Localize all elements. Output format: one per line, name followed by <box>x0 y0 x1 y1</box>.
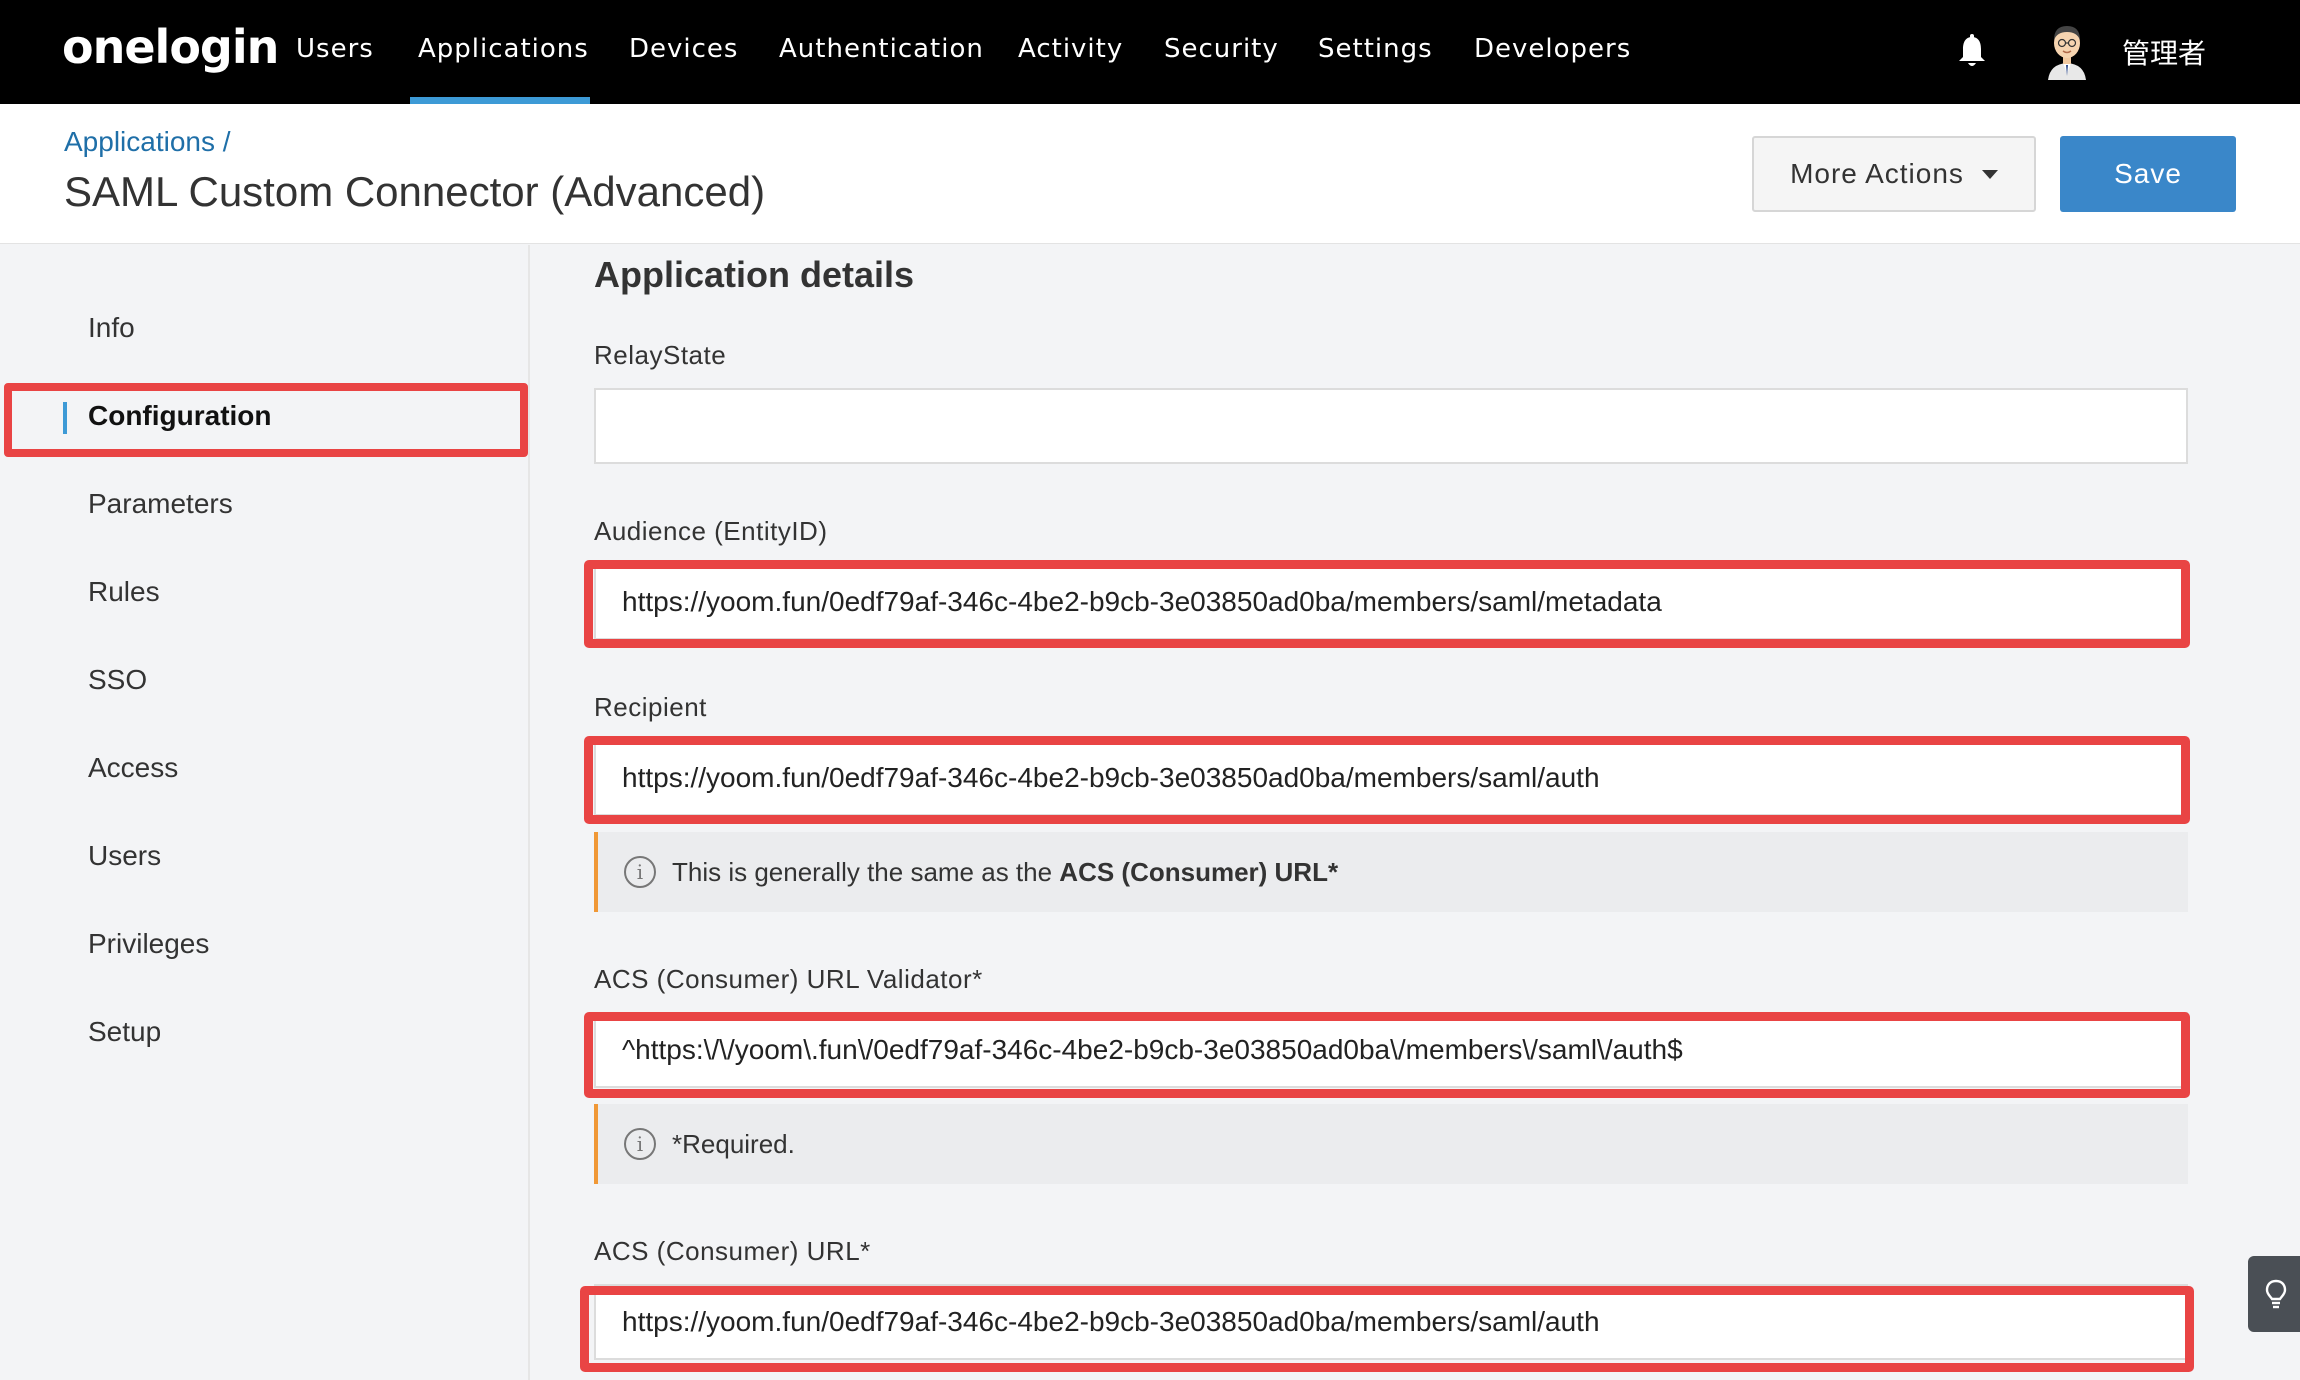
more-actions-button[interactable]: More Actions <box>1752 136 2036 212</box>
sidebar-item-setup[interactable]: Setup <box>88 1016 161 1048</box>
section-title: Application details <box>594 254 915 295</box>
tips-button[interactable] <box>2248 1256 2300 1332</box>
bell-icon[interactable] <box>1956 34 1988 70</box>
recipient-note-text: This is generally the same as the ACS (C… <box>672 856 1339 887</box>
more-actions-label: More Actions <box>1790 158 1964 189</box>
sidebar-item-access[interactable]: Access <box>88 752 178 784</box>
breadcrumb[interactable]: Applications / <box>64 126 231 158</box>
save-button[interactable]: Save <box>2060 136 2236 212</box>
highlight-box-acs-validator <box>584 1012 2190 1098</box>
sidebar-item-info[interactable]: Info <box>88 312 135 344</box>
highlight-box-acs-url <box>580 1286 2194 1372</box>
top-navigation: onelogin Users Applications Devices Auth… <box>0 0 2300 104</box>
info-icon: i <box>624 1128 656 1160</box>
nav-item-devices[interactable]: Devices <box>629 34 738 64</box>
nav-item-applications[interactable]: Applications <box>418 34 589 64</box>
nav-item-settings[interactable]: Settings <box>1318 34 1433 64</box>
page-header: Applications / SAML Custom Connector (Ad… <box>0 104 2300 244</box>
onelogin-logo[interactable]: onelogin <box>62 20 279 74</box>
acs-url-label: ACS (Consumer) URL* <box>594 1236 871 1266</box>
highlight-box-configuration <box>4 383 528 457</box>
recipient-label: Recipient <box>594 692 707 722</box>
lightbulb-icon <box>2265 1279 2287 1309</box>
nav-item-developers[interactable]: Developers <box>1474 34 1631 64</box>
sidebar-item-rules[interactable]: Rules <box>88 576 160 608</box>
audience-label: Audience (EntityID) <box>594 516 828 546</box>
nav-item-security[interactable]: Security <box>1164 34 1279 64</box>
nav-item-activity[interactable]: Activity <box>1018 34 1123 64</box>
sidebar-item-sso[interactable]: SSO <box>88 664 147 696</box>
info-icon: i <box>624 856 656 888</box>
avatar-icon[interactable] <box>2044 20 2090 80</box>
sidebar-item-privileges[interactable]: Privileges <box>88 928 209 960</box>
caret-down-icon <box>1981 169 1998 179</box>
sidebar-item-users[interactable]: Users <box>88 840 161 872</box>
sidebar-item-parameters[interactable]: Parameters <box>88 488 233 520</box>
user-name[interactable]: 管理者 <box>2122 32 2206 72</box>
nav-item-authentication[interactable]: Authentication <box>779 34 984 64</box>
nav-item-users[interactable]: Users <box>296 34 374 64</box>
nav-active-indicator <box>410 97 590 104</box>
validator-note: i *Required. <box>594 1104 2188 1184</box>
acs-validator-label: ACS (Consumer) URL Validator* <box>594 964 983 994</box>
recipient-note: i This is generally the same as the ACS … <box>594 832 2188 912</box>
validator-note-text: *Required. <box>672 1128 795 1159</box>
highlight-box-audience <box>584 560 2190 648</box>
page-title: SAML Custom Connector (Advanced) <box>64 168 766 215</box>
relay-state-label: RelayState <box>594 340 727 370</box>
relay-state-input[interactable] <box>594 388 2188 464</box>
highlight-box-recipient <box>584 736 2190 824</box>
